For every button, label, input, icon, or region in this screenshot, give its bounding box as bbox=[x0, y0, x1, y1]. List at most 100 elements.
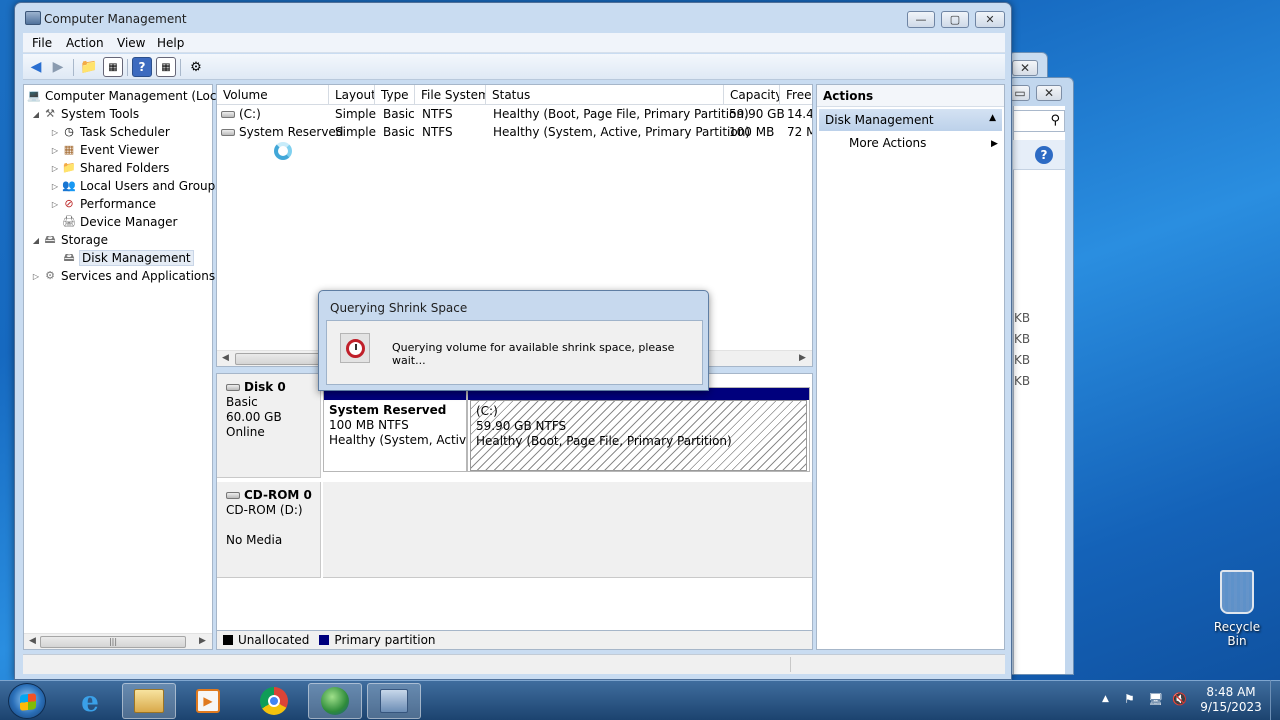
users-icon: 👥 bbox=[62, 179, 76, 192]
toolbar-separator bbox=[73, 59, 74, 76]
taskbar-clock[interactable]: 8:48 AM 9/15/2023 bbox=[1196, 685, 1266, 715]
show-hide-tree-icon[interactable]: ▦ bbox=[103, 57, 123, 77]
disk-settings-icon[interactable]: ⚙ bbox=[186, 57, 206, 77]
tree-item-event-viewer[interactable]: ▷ ▦ Event Viewer bbox=[49, 141, 159, 159]
volume-muted-icon[interactable]: 🔇 bbox=[1172, 692, 1187, 706]
more-actions-item[interactable]: More Actions bbox=[849, 136, 926, 150]
tree-item-services[interactable]: ▷ ⚙ Services and Applications bbox=[30, 267, 215, 285]
column-header-free[interactable]: Free bbox=[780, 85, 812, 105]
actions-pane: Actions Disk Management ▲ More Actions ▶ bbox=[816, 84, 1005, 650]
recycle-bin[interactable]: Recycle Bin bbox=[1203, 570, 1271, 648]
menu-view[interactable]: View bbox=[117, 36, 145, 50]
background-size-label: KB bbox=[1014, 332, 1031, 346]
tree-item-label: Disk Management bbox=[79, 250, 194, 266]
taskbar-internet-explorer[interactable]: e bbox=[63, 683, 117, 719]
close-button[interactable]: ✕ bbox=[975, 11, 1005, 28]
legend-primary: Primary partition bbox=[334, 633, 436, 647]
partition-name: System Reserved bbox=[329, 403, 447, 417]
title-bar[interactable]: Computer Management — ▢ ✕ bbox=[15, 3, 1011, 33]
windows-logo-icon bbox=[20, 693, 36, 711]
disk0-label[interactable]: Disk 0 Basic 60.00 GB Online bbox=[217, 374, 321, 478]
column-header-file-system[interactable]: File System bbox=[415, 85, 486, 105]
tree-item-label: Local Users and Groups bbox=[80, 179, 222, 193]
column-header-status[interactable]: Status bbox=[486, 85, 724, 105]
tree-item-performance[interactable]: ▷ ⊘ Performance bbox=[49, 195, 156, 213]
partition-status: Healthy (Boot, Page File, Primary Partit… bbox=[476, 434, 732, 448]
action-center-icon[interactable]: ⚑ bbox=[1124, 692, 1135, 706]
dialog-message: Querying volume for available shrink spa… bbox=[392, 341, 675, 367]
dialog-title: Querying Shrink Space bbox=[330, 301, 468, 315]
type-cell: Basic bbox=[383, 107, 415, 121]
background-window-restore-button[interactable]: ▭ bbox=[1010, 85, 1030, 101]
taskbar-media-player[interactable]: ▶ bbox=[181, 683, 235, 719]
network-icon[interactable]: 🖥 bbox=[1148, 692, 1163, 706]
tree-item-task-scheduler[interactable]: ▷ ◷ Task Scheduler bbox=[49, 123, 170, 141]
collapse-arrow-icon[interactable]: ◢ bbox=[30, 110, 42, 119]
column-header-capacity[interactable]: Capacity bbox=[724, 85, 780, 105]
maximize-button[interactable]: ▢ bbox=[941, 11, 969, 28]
background-window-close-button-2[interactable]: ✕ bbox=[1036, 85, 1062, 101]
tree-item-system-tools[interactable]: ◢ ⚒ System Tools bbox=[30, 105, 139, 123]
scroll-thumb[interactable]: ||| bbox=[40, 636, 186, 648]
forward-arrow-icon[interactable]: ▶ bbox=[48, 57, 68, 77]
help-icon[interactable]: ? bbox=[132, 57, 152, 77]
expand-arrow-icon[interactable]: ▷ bbox=[49, 182, 61, 191]
expand-arrow-icon[interactable]: ▷ bbox=[49, 128, 61, 137]
menu-file[interactable]: File bbox=[32, 36, 52, 50]
scroll-right-arrow-icon[interactable]: ▶ bbox=[199, 636, 206, 646]
drive-icon bbox=[221, 129, 235, 136]
taskbar-windows-explorer[interactable] bbox=[122, 683, 176, 719]
expand-arrow-icon[interactable]: ▷ bbox=[49, 164, 61, 173]
taskbar-chrome[interactable] bbox=[247, 683, 301, 719]
partition-system-reserved[interactable]: System Reserved 100 MB NTFS Healthy (Sys… bbox=[323, 387, 467, 472]
properties-icon[interactable]: ▦ bbox=[156, 57, 176, 77]
scroll-thumb[interactable] bbox=[235, 353, 325, 365]
storage-icon: 🖴 bbox=[44, 233, 56, 246]
tree-item-label: Computer Management (Local bbox=[45, 89, 228, 103]
fs-cell: NTFS bbox=[422, 107, 453, 121]
collapse-arrow-icon[interactable]: ◢ bbox=[30, 236, 42, 245]
collapse-arrow-icon[interactable]: ▲ bbox=[989, 113, 996, 123]
background-window-close-button[interactable]: ✕ bbox=[1012, 60, 1038, 76]
recycle-bin-icon bbox=[1220, 570, 1254, 614]
background-search-box[interactable]: ⚲ bbox=[1013, 110, 1065, 132]
start-button[interactable] bbox=[8, 683, 46, 719]
tree-item-disk-management[interactable]: 🖴 Disk Management bbox=[61, 249, 194, 267]
column-header-layout[interactable]: Layout bbox=[329, 85, 375, 105]
drive-icon bbox=[221, 111, 235, 118]
media-player-icon: ▶ bbox=[196, 689, 220, 713]
tree-item-device-manager[interactable]: 🖨 Device Manager bbox=[61, 213, 177, 231]
recycle-bin-label: Recycle Bin bbox=[1213, 620, 1261, 648]
expand-arrow-icon[interactable]: ▷ bbox=[49, 200, 61, 209]
help-icon[interactable]: ? bbox=[1035, 146, 1053, 164]
expand-arrow-icon[interactable]: ▷ bbox=[49, 146, 61, 155]
show-hidden-icons-arrow-icon[interactable]: ▲ bbox=[1102, 694, 1109, 704]
show-desktop-button[interactable] bbox=[1270, 680, 1280, 720]
back-arrow-icon[interactable]: ◀ bbox=[26, 57, 46, 77]
taskbar-computer-management[interactable] bbox=[367, 683, 421, 719]
scroll-right-arrow-icon[interactable]: ▶ bbox=[799, 353, 806, 363]
tree-item-computer-management[interactable]: 💻 Computer Management (Local bbox=[26, 87, 227, 105]
column-header-type[interactable]: Type bbox=[375, 85, 415, 105]
minimize-button[interactable]: — bbox=[907, 11, 935, 28]
menu-action[interactable]: Action bbox=[66, 36, 104, 50]
column-header-volume[interactable]: Volume bbox=[217, 85, 329, 105]
window-title: Computer Management bbox=[44, 12, 187, 26]
tree-horizontal-scrollbar[interactable]: ◀ ||| ▶ bbox=[24, 633, 212, 649]
menu-help[interactable]: Help bbox=[157, 36, 184, 50]
actions-title: Actions bbox=[817, 85, 1004, 107]
tree-item-storage[interactable]: ◢ 🖴 Storage bbox=[30, 231, 108, 249]
tree-item-local-users[interactable]: ▷ 👥 Local Users and Groups bbox=[49, 177, 222, 195]
expand-arrow-icon[interactable]: ▷ bbox=[30, 272, 42, 281]
taskbar-network-app[interactable] bbox=[308, 683, 362, 719]
tree-item-shared-folders[interactable]: ▷ 📁 Shared Folders bbox=[49, 159, 169, 177]
cdrom0-state: No Media bbox=[226, 533, 283, 547]
actions-group-disk-management[interactable]: Disk Management ▲ bbox=[819, 109, 1002, 131]
scroll-left-arrow-icon[interactable]: ◀ bbox=[222, 353, 229, 363]
cdrom0-label[interactable]: CD-ROM 0 CD-ROM (D:) No Media bbox=[217, 482, 321, 578]
background-size-label: KB bbox=[1014, 353, 1031, 367]
up-folder-icon[interactable]: 📁 bbox=[79, 57, 99, 77]
tree-item-label: Device Manager bbox=[80, 215, 178, 229]
partition-c[interactable]: (C:) 59.90 GB NTFS Healthy (Boot, Page F… bbox=[467, 387, 810, 472]
scroll-left-arrow-icon[interactable]: ◀ bbox=[29, 636, 36, 646]
